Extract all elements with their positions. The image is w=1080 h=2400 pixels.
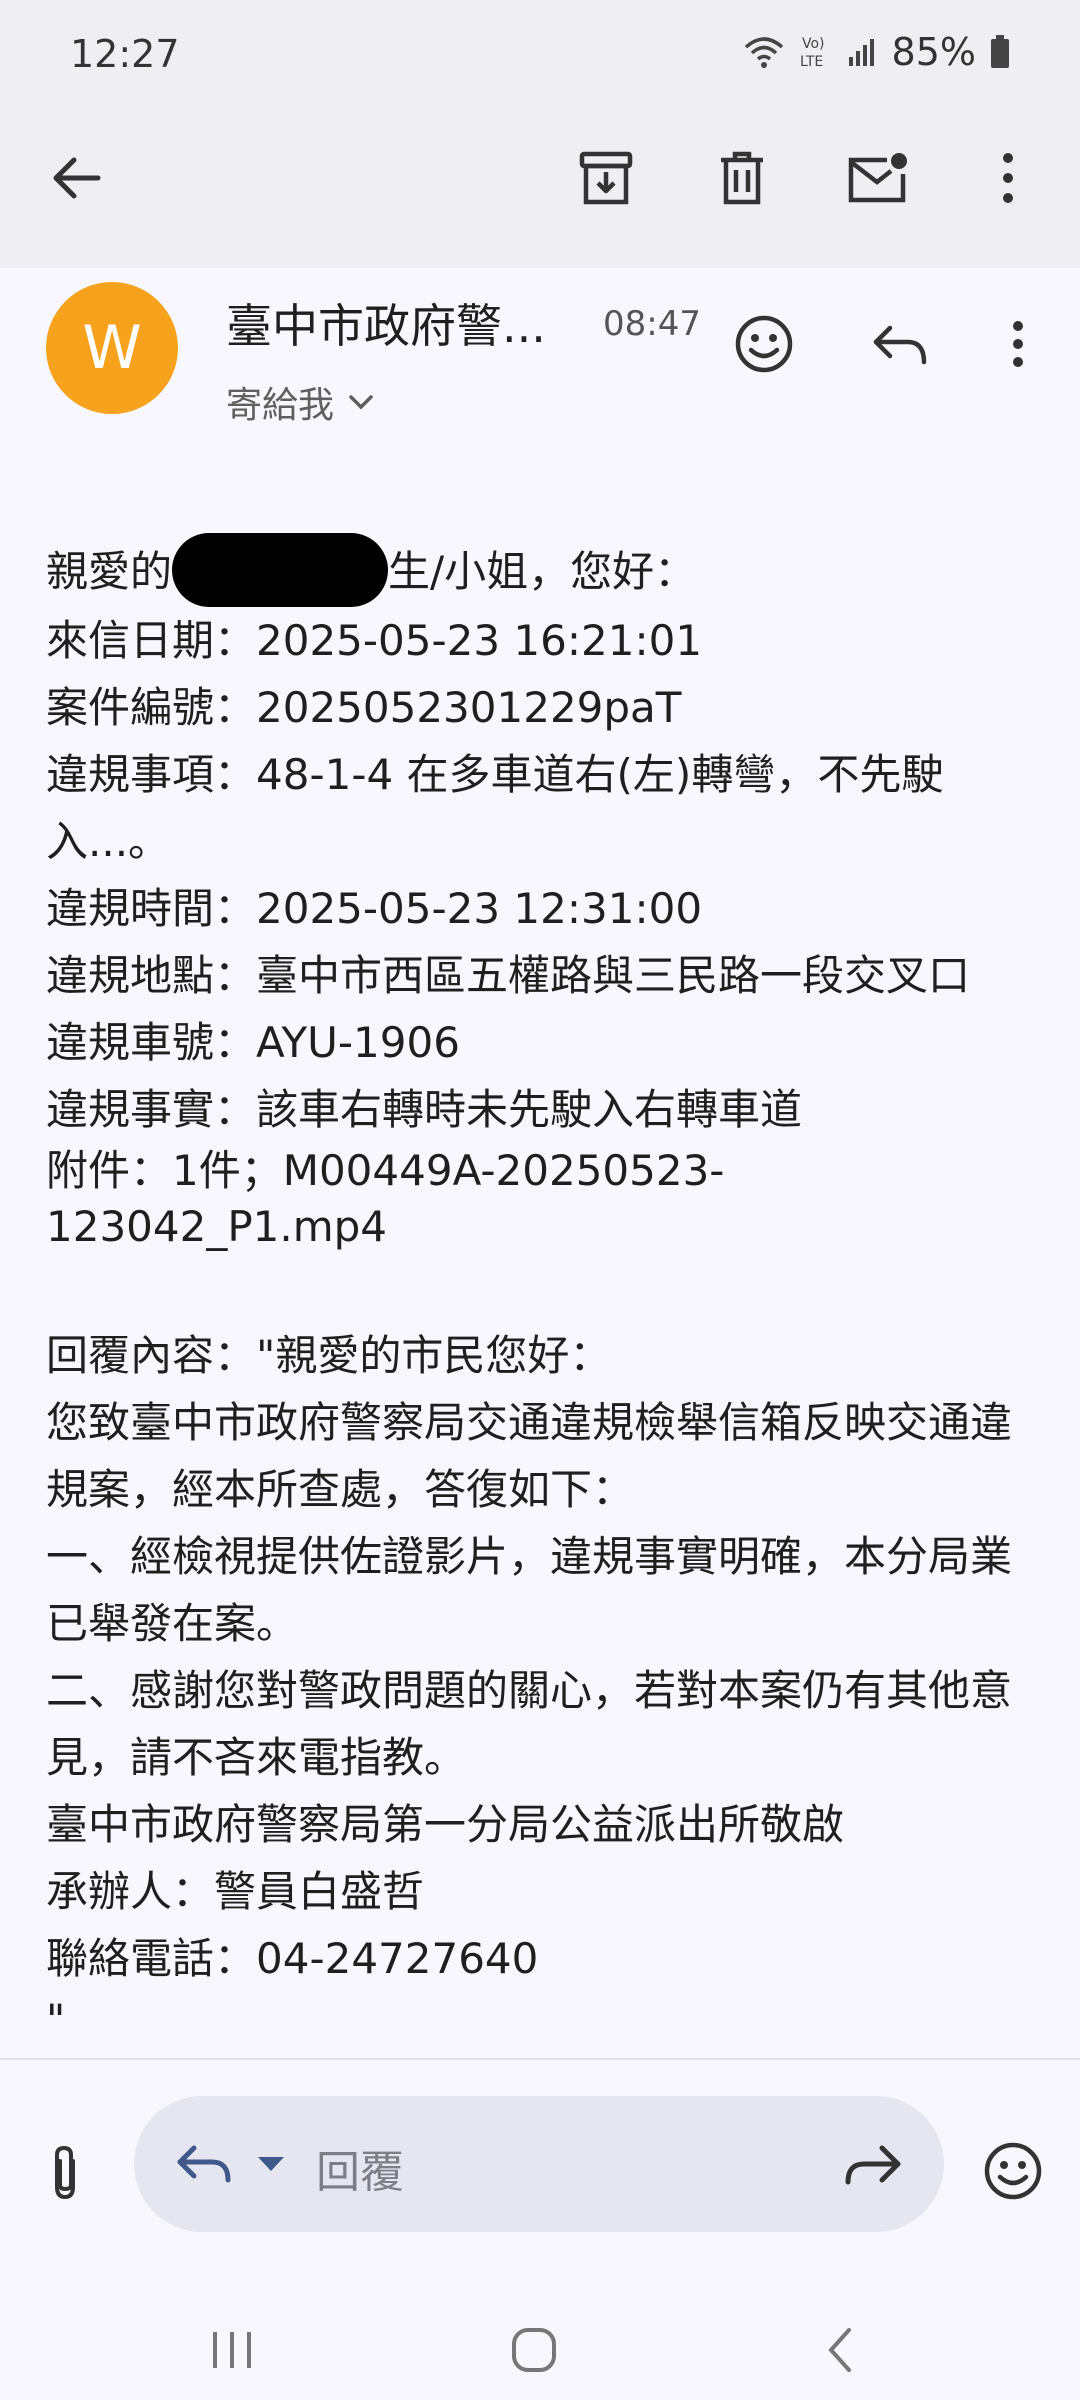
recipient-toggle[interactable]: 寄給我 (226, 376, 374, 428)
recents-button[interactable] (182, 2310, 282, 2390)
forward-icon[interactable] (840, 2134, 904, 2194)
reply-line: 您致臺中市政府警察局交通違規檢舉信箱反映交通違規案，經本所查處，答復如下： (46, 1397, 1013, 1514)
signal-icon (848, 39, 874, 66)
reply-line: 回覆內容："親愛的市民您好： (46, 1330, 612, 1380)
redaction-mark (172, 532, 389, 607)
svg-text:Vo): Vo) (802, 36, 825, 52)
body-line: 違規事項：48-1-4 在多車道右(左)轉彎，不先駛入...。 (46, 749, 944, 866)
wifi-icon (744, 37, 783, 68)
greeting-prefix: 親愛的 (46, 547, 173, 596)
attach-button[interactable] (22, 2130, 108, 2216)
home-icon (512, 2328, 556, 2372)
sender-avatar[interactable]: W (46, 282, 178, 414)
message-more-button[interactable] (978, 304, 1058, 384)
system-nav-bar (0, 2300, 1080, 2400)
body-line: 違規時間：2025-05-23 12:31:00 (46, 883, 703, 933)
status-time: 12:27 (70, 32, 180, 76)
message-time: 08:47 (603, 304, 701, 344)
reply-line: 二、感謝您對警政問題的關心，若對本案仍有其他意見，請不吝來電指教。 (46, 1665, 1013, 1782)
back-button[interactable] (36, 138, 116, 218)
recents-icon (213, 2332, 251, 2368)
email-header: W 臺中市政府警... 08:47 寄給我 (0, 268, 1080, 448)
attachment-line: 附件：1件；M00449A-20250523-123042_P1.mp4 (46, 1145, 725, 1251)
home-button[interactable] (484, 2310, 584, 2390)
battery-icon (991, 35, 1009, 68)
archive-icon (579, 151, 633, 205)
closing-quote: " (46, 1994, 66, 2044)
body-line: 違規事實：該車右轉時未先駛入右轉車道 (46, 1084, 803, 1134)
mark-unread-icon (848, 153, 907, 203)
sender-name[interactable]: 臺中市政府警... (226, 290, 566, 356)
reply-button[interactable] (860, 304, 940, 384)
chevron-down-icon (349, 395, 373, 410)
status-bar: 12:27 Vo) LTE 85% (0, 0, 1080, 118)
recipient-label: 寄給我 (226, 385, 335, 426)
reply-input[interactable]: 回覆 (134, 2096, 944, 2232)
delete-button[interactable] (702, 138, 782, 218)
body-line: 案件編號：2025052301229paT (46, 682, 682, 732)
email-toolbar (0, 118, 1080, 238)
archive-button[interactable] (566, 138, 646, 218)
body-line: 來信日期：2025-05-23 16:21:01 (46, 615, 703, 665)
greeting-line: 親愛的 生/小姐，您好： (46, 532, 1046, 607)
status-icons: Vo) LTE 85% (744, 30, 1010, 74)
emoji-icon (735, 315, 793, 373)
volte-lte-icon: Vo) LTE (800, 36, 825, 70)
delete-icon (721, 151, 763, 205)
email-body: 親愛的 生/小姐，您好： 來信日期：2025-05-23 16:21:01 案件編… (46, 532, 1046, 2048)
reply-line: 一、經檢視提供佐證影片，違規事實明確，本分局業已舉發在案。 (46, 1531, 1013, 1648)
reply-line: 承辦人：警員白盛哲 (46, 1866, 425, 1916)
reply-icon (873, 325, 927, 365)
reply-bar: 回覆 (0, 2060, 1080, 2300)
chevron-left-icon (828, 2328, 851, 2372)
more-vert-icon (1013, 321, 1023, 367)
body-line: 違規車號：AYU-1906 (46, 1017, 460, 1067)
emoji-button[interactable] (970, 2128, 1056, 2214)
back-arrow-icon (53, 157, 101, 199)
reply-line: 聯絡電話：04-24727640 (46, 1933, 539, 1983)
body-line: 違規地點：臺中市西區五權路與三民路一段交叉口 (46, 950, 971, 1000)
system-back-button[interactable] (790, 2310, 890, 2390)
more-vert-icon (1003, 153, 1013, 203)
mark-unread-button[interactable] (838, 138, 918, 218)
avatar-letter: W (82, 313, 142, 383)
reply-line: 臺中市政府警察局第一分局公益派出所敬啟 (46, 1799, 845, 1849)
svg-text:LTE: LTE (800, 54, 823, 70)
emoji-icon (984, 2142, 1042, 2200)
battery-percent: 85% (891, 30, 976, 74)
react-emoji-button[interactable] (724, 304, 804, 384)
greeting-suffix: 生/小姐，您好： (388, 547, 697, 596)
reply-icon (177, 2145, 231, 2183)
paperclip-icon (55, 2145, 75, 2200)
reply-placeholder: 回覆 (316, 2147, 404, 2198)
more-options-button[interactable] (968, 138, 1048, 218)
reply-options-caret-icon[interactable] (256, 2154, 286, 2174)
